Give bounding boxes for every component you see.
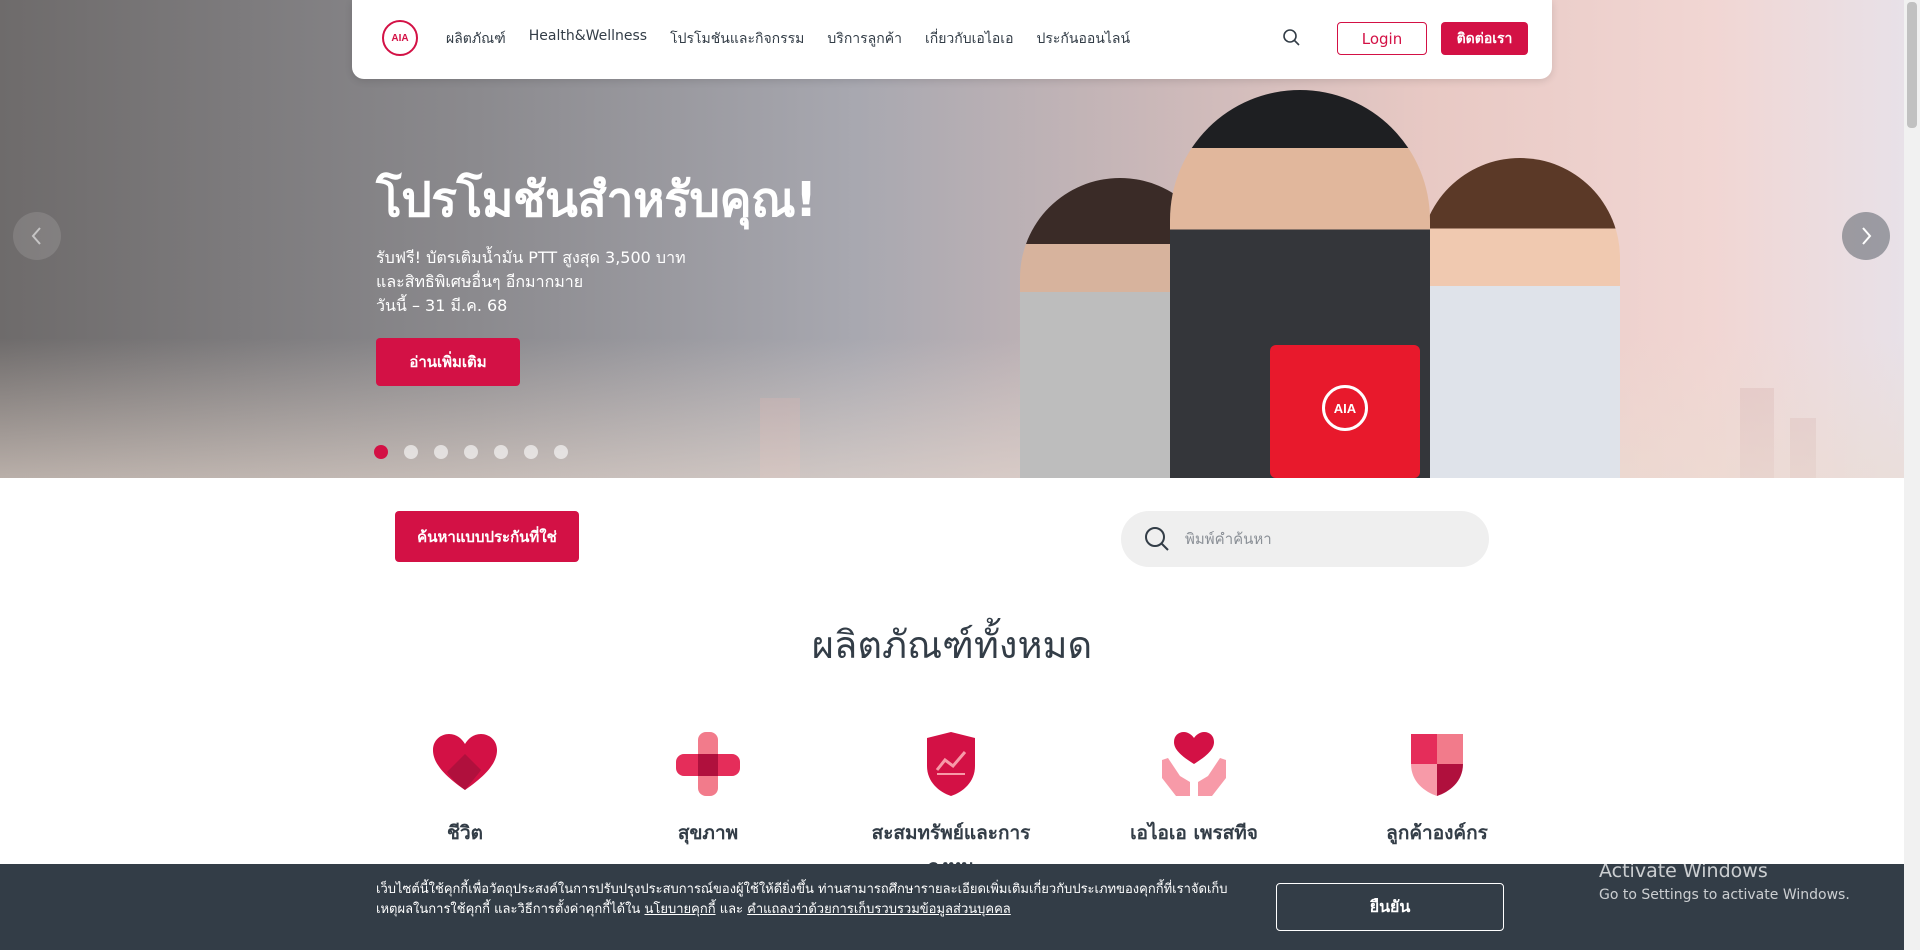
menu-item-products[interactable]: ผลิตภัณฑ์ — [446, 28, 506, 50]
watermark-subtitle: Go to Settings to activate Windows. — [1599, 887, 1850, 903]
page-scrollbar[interactable] — [1904, 0, 1920, 950]
watermark-title: Activate Windows — [1599, 860, 1768, 882]
category-life[interactable]: ชีวิต — [365, 730, 565, 850]
menu-item-about[interactable]: เกี่ยวกับเอไอเอ — [925, 28, 1014, 50]
savings-shield-icon — [927, 732, 975, 796]
chevron-right-icon — [1862, 227, 1872, 245]
nav-search-button[interactable] — [1282, 28, 1302, 48]
carousel-dots — [374, 445, 568, 459]
carousel-prev-button[interactable] — [13, 212, 61, 260]
aia-logo[interactable]: AIA — [382, 20, 418, 56]
hero-desc-line: รับฟรี! บัตรเติมน้ำมัน PTT สูงสุด 3,500 … — [376, 248, 686, 267]
search-icon — [1283, 29, 1300, 46]
chevron-left-icon — [31, 227, 41, 245]
category-corporate[interactable]: ลูกค้าองค์กร — [1337, 730, 1537, 850]
hero-people-image: AIA — [1020, 90, 1630, 478]
cookie-and: และ — [719, 902, 744, 917]
heart-icon — [433, 734, 497, 790]
menu-item-online-insurance[interactable]: ประกันออนไลน์ — [1036, 28, 1130, 50]
carousel-dot[interactable] — [374, 445, 388, 459]
carousel-next-button[interactable] — [1842, 212, 1890, 260]
carousel-dot[interactable] — [494, 445, 508, 459]
cookie-confirm-button[interactable]: ยืนยัน — [1276, 883, 1504, 931]
red-folder: AIA — [1270, 345, 1420, 478]
main-menu: ผลิตภัณฑ์ Health&Wellness โปรโมชันและกิจ… — [446, 28, 1130, 50]
hero-title: โปรโมชันสำหรับคุณ! — [376, 172, 817, 228]
menu-item-promotions[interactable]: โปรโมชันและกิจกรรม — [670, 28, 804, 50]
category-label: เอไอเอ เพรสทีจ — [1130, 822, 1258, 844]
carousel-dot[interactable] — [404, 445, 418, 459]
search-input[interactable] — [1185, 530, 1465, 548]
hands-heart-icon — [1162, 732, 1226, 796]
hero-desc-line: วันนี้ – 31 มี.ค. 68 — [376, 296, 508, 315]
read-more-button[interactable]: อ่านเพิ่มเติม — [376, 338, 520, 386]
login-button[interactable]: Login — [1337, 22, 1427, 55]
health-cross-icon — [676, 732, 740, 796]
menu-item-health-wellness[interactable]: Health&Wellness — [529, 28, 647, 50]
privacy-statement-link[interactable]: คำแถลงว่าด้วยการเก็บรวบรวมข้อมูลส่วนบุคค… — [747, 902, 1011, 917]
search-box — [1121, 511, 1489, 567]
find-insurance-button[interactable]: ค้นหาแบบประกันที่ใช่ — [395, 511, 579, 562]
hero-description: รับฟรี! บัตรเติมน้ำมัน PTT สูงสุด 3,500 … — [376, 246, 756, 318]
folder-logo: AIA — [1322, 385, 1368, 431]
category-label: สุขภาพ — [677, 822, 739, 844]
cookie-policy-link[interactable]: นโยบายคุกกี้ — [644, 902, 715, 917]
menu-item-customer-service[interactable]: บริการลูกค้า — [827, 28, 902, 50]
category-label: ชีวิต — [447, 822, 483, 844]
hero-desc-line: และสิทธิพิเศษอื่นๆ อีกมากมาย — [376, 272, 584, 291]
contact-button[interactable]: ติดต่อเรา — [1441, 22, 1528, 55]
carousel-dot[interactable] — [464, 445, 478, 459]
category-label: ลูกค้าองค์กร — [1386, 822, 1488, 844]
cookie-text: เว็บไซต์นี้ใช้คุกกี้เพื่อวัตถุประสงค์ในก… — [376, 880, 1246, 920]
category-health[interactable]: สุขภาพ — [608, 730, 808, 850]
category-prestige[interactable]: เอไอเอ เพรสทีจ — [1094, 730, 1294, 850]
search-icon — [1145, 527, 1169, 551]
carousel-dot[interactable] — [554, 445, 568, 459]
hero-copy: โปรโมชันสำหรับคุณ! รับฟรี! บัตรเติมน้ำมั… — [376, 172, 817, 318]
carousel-dot[interactable] — [434, 445, 448, 459]
corporate-shield-icon — [1411, 734, 1463, 796]
top-navigation: AIA ผลิตภัณฑ์ Health&Wellness โปรโมชันแล… — [352, 0, 1552, 79]
windows-activation-watermark: Activate Windows Go to Settings to activ… — [1599, 860, 1850, 906]
carousel-dot[interactable] — [524, 445, 538, 459]
products-section-title: ผลิตภัณฑ์ทั้งหมด — [811, 623, 1093, 667]
scrollbar-thumb[interactable] — [1907, 2, 1917, 128]
category-savings[interactable]: สะสมทรัพย์และการลงทุน — [851, 730, 1051, 884]
person-right — [1420, 158, 1620, 478]
